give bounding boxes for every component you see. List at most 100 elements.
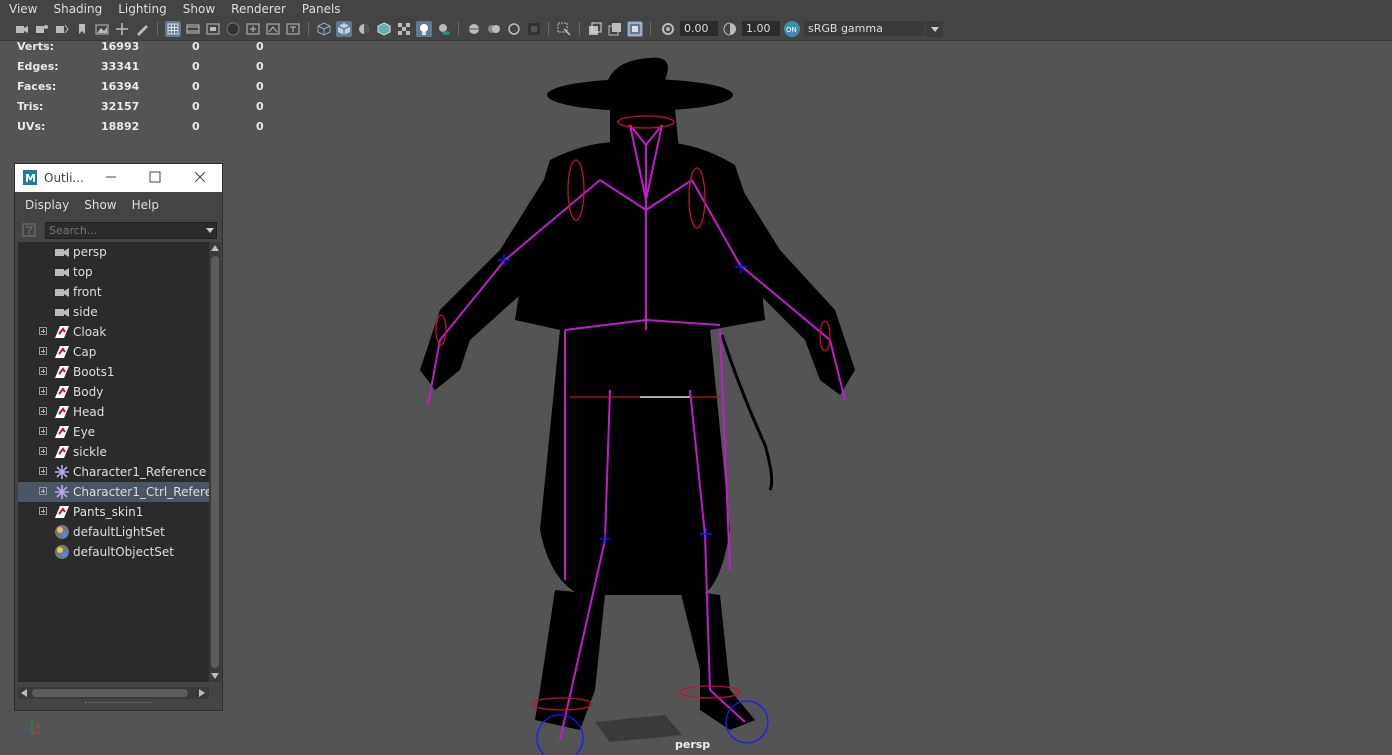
expand-icon[interactable] xyxy=(39,387,47,395)
depth-of-field-icon[interactable] xyxy=(526,21,542,37)
maya-logo-icon: M xyxy=(23,170,37,185)
outliner-menu-display[interactable]: Display xyxy=(15,198,74,212)
bookmark-icon[interactable] xyxy=(74,21,90,37)
color-space-dropdown[interactable]: sRGB gamma xyxy=(804,21,925,36)
outliner-search-input[interactable] xyxy=(45,222,217,239)
expand-icon[interactable] xyxy=(39,447,47,455)
expand-icon[interactable] xyxy=(39,487,47,495)
xray-joints-icon[interactable] xyxy=(627,21,643,37)
xray-icon[interactable] xyxy=(587,21,603,37)
expand-icon[interactable] xyxy=(39,327,47,335)
isolate-select-icon[interactable] xyxy=(556,21,572,37)
outliner-item-boots1[interactable]: Boots1 xyxy=(18,362,209,382)
wireframe-icon[interactable] xyxy=(316,21,332,37)
gamma-icon[interactable] xyxy=(722,21,738,37)
outliner-item-pants-skin1[interactable]: Pants_skin1 xyxy=(18,502,209,522)
expand-icon[interactable] xyxy=(39,467,47,475)
expand-icon[interactable] xyxy=(39,347,47,355)
outliner-window[interactable]: M Outli... Display Show Help persp top fro… xyxy=(14,163,223,711)
scroll-up-icon[interactable] xyxy=(211,244,219,252)
expand-icon[interactable] xyxy=(39,427,47,435)
outliner-item-defaultlightset[interactable]: defaultLightSet xyxy=(18,522,209,542)
grease-pencil-icon[interactable] xyxy=(134,21,150,37)
scroll-thumb[interactable] xyxy=(211,256,219,668)
safe-title-icon[interactable] xyxy=(285,21,301,37)
smooth-shade-icon[interactable] xyxy=(336,21,352,37)
shadows-icon[interactable] xyxy=(436,21,452,37)
resolution-gate-icon[interactable] xyxy=(205,21,221,37)
outliner-menu-show[interactable]: Show xyxy=(74,198,121,212)
outliner-menu-help[interactable]: Help xyxy=(122,198,164,212)
hud-label: Tris: xyxy=(17,100,44,113)
outliner-item-persp[interactable]: persp xyxy=(18,242,209,262)
outliner-item-side[interactable]: side xyxy=(18,302,209,322)
exposure-icon[interactable] xyxy=(660,21,676,37)
motion-blur-icon[interactable] xyxy=(486,21,502,37)
gamma-field[interactable]: 1.00 xyxy=(742,21,780,36)
use-all-lights-icon[interactable] xyxy=(416,21,432,37)
image-plane-icon[interactable] xyxy=(94,21,110,37)
mesh-transform-icon xyxy=(54,504,70,520)
camera-attributes-icon[interactable] xyxy=(34,21,50,37)
hud-label: Edges: xyxy=(17,60,59,73)
gate-mask-icon[interactable] xyxy=(225,21,241,37)
hud-row-uvs: UVs: 18892 0 0 xyxy=(17,120,277,140)
xray-active-components-icon[interactable] xyxy=(607,21,623,37)
outliner-menubar: Display Show Help xyxy=(15,193,222,217)
filter-icon[interactable] xyxy=(21,222,37,238)
outliner-item-character1-ctrl-reference[interactable]: Character1_Ctrl_Reference xyxy=(18,482,209,502)
outliner-item-sickle[interactable]: sickle xyxy=(18,442,209,462)
outliner-item-label: defaultObjectSet xyxy=(73,545,175,559)
outliner-horizontal-scrollbar[interactable] xyxy=(18,687,209,699)
set-icon xyxy=(54,544,70,560)
wireframe-on-shaded-icon[interactable] xyxy=(376,21,392,37)
scroll-down-icon[interactable] xyxy=(211,672,219,680)
expand-icon[interactable] xyxy=(39,407,47,415)
outliner-item-defaultobjectset[interactable]: defaultObjectSet xyxy=(18,542,209,562)
outliner-item-top[interactable]: top xyxy=(18,262,209,282)
scroll-left-icon[interactable] xyxy=(20,689,28,697)
outliner-item-head[interactable]: Head xyxy=(18,402,209,422)
menu-lighting[interactable]: Lighting xyxy=(109,0,174,19)
chevron-down-icon[interactable] xyxy=(926,21,943,37)
anti-aliasing-icon[interactable] xyxy=(506,21,522,37)
outliner-item-eye[interactable]: Eye xyxy=(18,422,209,442)
outliner-item-cap[interactable]: Cap xyxy=(18,342,209,362)
mesh-transform-icon xyxy=(54,404,70,420)
expand-icon[interactable] xyxy=(39,367,47,375)
menu-shading[interactable]: Shading xyxy=(44,0,109,19)
scroll-thumb[interactable] xyxy=(32,689,188,697)
outliner-vertical-scrollbar[interactable] xyxy=(209,242,221,682)
textured-icon[interactable] xyxy=(396,21,412,37)
menu-show[interactable]: Show xyxy=(174,0,222,19)
outliner-item-body[interactable]: Body xyxy=(18,382,209,402)
menu-panels[interactable]: Panels xyxy=(293,0,348,19)
grid-icon[interactable] xyxy=(165,21,181,37)
outliner-item-character1-reference[interactable]: Character1_Reference xyxy=(18,462,209,482)
mesh-transform-icon xyxy=(54,364,70,380)
safe-action-icon[interactable] xyxy=(265,21,281,37)
color-management-icon[interactable]: ON xyxy=(784,21,800,37)
select-camera-icon[interactable] xyxy=(14,21,30,37)
film-gate-icon[interactable] xyxy=(185,21,201,37)
minimize-icon[interactable] xyxy=(104,170,118,184)
scroll-right-icon[interactable] xyxy=(198,689,206,697)
outliner-tree[interactable]: persp top front side Cloak Cap Boots1 Body Head E… xyxy=(18,242,209,682)
default-material-icon[interactable] xyxy=(356,21,372,37)
menu-view[interactable]: View xyxy=(0,0,44,19)
exposure-field[interactable]: 0.00 xyxy=(680,21,718,36)
character-model[interactable] xyxy=(400,50,880,755)
bookmarks-icon[interactable] xyxy=(54,21,70,37)
search-options-chevron-icon[interactable] xyxy=(205,226,215,234)
outliner-item-cloak[interactable]: Cloak xyxy=(18,322,209,342)
menu-renderer[interactable]: Renderer xyxy=(222,0,293,19)
outliner-item-front[interactable]: front xyxy=(18,282,209,302)
expand-icon[interactable] xyxy=(39,507,47,515)
resize-grip[interactable] xyxy=(85,702,151,705)
field-chart-icon[interactable] xyxy=(245,21,261,37)
outliner-titlebar[interactable]: M Outli... xyxy=(15,164,222,192)
close-icon[interactable] xyxy=(193,170,207,184)
screen-space-ao-icon[interactable] xyxy=(466,21,482,37)
maximize-icon[interactable] xyxy=(148,170,162,184)
two-d-pan-icon[interactable] xyxy=(114,21,130,37)
